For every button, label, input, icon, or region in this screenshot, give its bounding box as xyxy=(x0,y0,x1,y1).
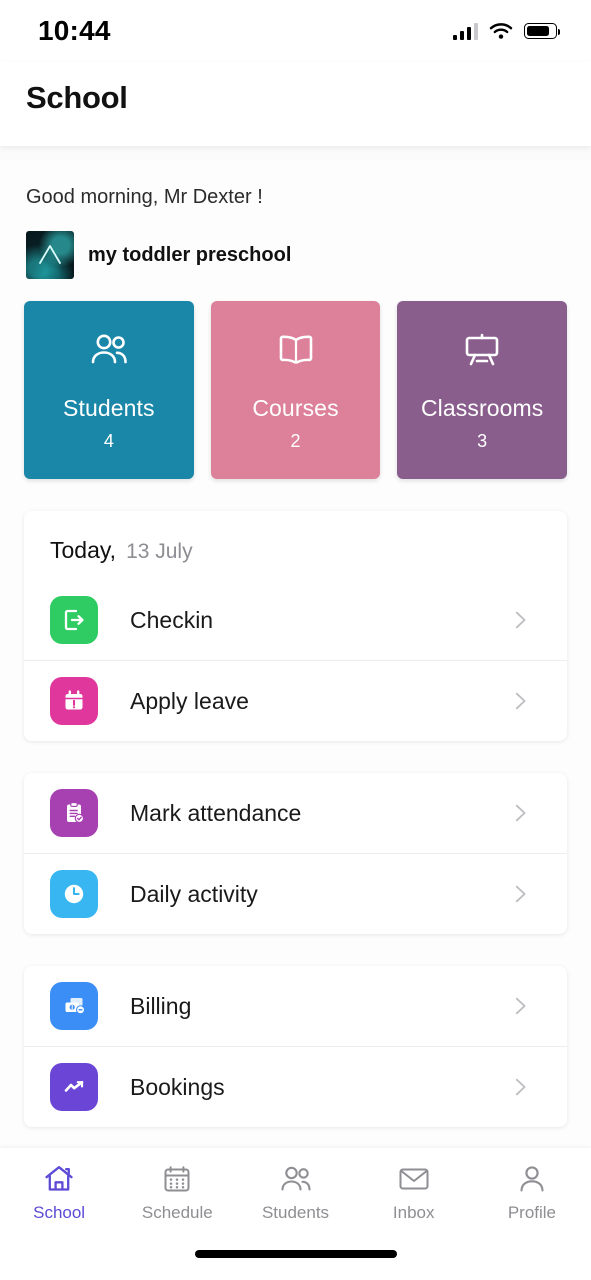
list-item-daily-activity[interactable]: Daily activity xyxy=(24,853,567,934)
attendance-card: Mark attendance Daily activity xyxy=(24,773,567,934)
tile-count: 2 xyxy=(290,431,301,451)
chevron-right-icon xyxy=(515,692,526,710)
tab-label: Inbox xyxy=(392,1203,435,1222)
list-item-apply-leave[interactable]: Apply leave xyxy=(24,660,567,741)
tile-label: Students xyxy=(63,395,155,421)
list-item-billing[interactable]: Billing xyxy=(24,966,567,1046)
clipboard-check-icon xyxy=(50,789,98,837)
clock-icon xyxy=(50,870,98,918)
today-label: Today, xyxy=(50,537,117,563)
school-row[interactable]: my toddler preschool xyxy=(0,209,591,279)
tile-count: 3 xyxy=(477,431,488,451)
calendar-alert-icon xyxy=(50,677,98,725)
chevron-right-icon xyxy=(515,885,526,903)
tile-count: 4 xyxy=(103,431,114,451)
status-icons xyxy=(452,22,560,40)
status-time: 10:44 xyxy=(38,15,111,46)
chevron-right-icon xyxy=(515,1078,526,1096)
list-item-label: Daily activity xyxy=(130,880,258,907)
chevron-right-icon xyxy=(515,997,526,1015)
list-item-label: Apply leave xyxy=(130,687,249,714)
calendar-icon xyxy=(162,1162,192,1196)
tab-label: Profile xyxy=(507,1203,556,1222)
list-item-bookings[interactable]: Bookings xyxy=(24,1046,567,1127)
list-item-label: Checkin xyxy=(130,606,214,633)
chevron-right-icon xyxy=(515,804,526,822)
tab-inbox[interactable]: Inbox xyxy=(355,1162,473,1223)
chevron-right-icon xyxy=(515,611,526,629)
checkin-icon xyxy=(50,596,98,644)
greeting-text: Good morning, Mr Dexter ! xyxy=(26,186,263,208)
school-name: my toddler preschool xyxy=(88,243,292,266)
today-card-title: Today, 13 July xyxy=(24,511,567,580)
page-title: School xyxy=(26,80,128,115)
bottom-tab-bar: School Schedule Students Inbox Profile xyxy=(0,1148,591,1280)
tab-label: School xyxy=(33,1203,86,1222)
list-item-mark-attendance[interactable]: Mark attendance xyxy=(24,773,567,853)
today-date: 13 July xyxy=(126,540,193,563)
people-icon xyxy=(87,327,131,373)
list-item-label: Bookings xyxy=(130,1073,225,1100)
wifi-icon xyxy=(489,23,513,39)
tab-profile[interactable]: Profile xyxy=(473,1162,591,1223)
envelope-icon xyxy=(398,1162,430,1196)
tile-label: Classrooms xyxy=(420,395,544,421)
people-icon xyxy=(278,1162,314,1196)
list-item-label: Billing xyxy=(130,992,192,1019)
tab-schedule[interactable]: Schedule xyxy=(118,1162,236,1223)
tile-students[interactable]: Students 4 xyxy=(24,301,194,479)
easel-board-icon xyxy=(461,327,503,373)
stat-tiles: Students 4 Courses 2 Classrooms 3 xyxy=(0,279,591,479)
tab-students[interactable]: Students xyxy=(236,1162,354,1223)
status-bar: 10:44 xyxy=(0,0,591,62)
list-item-label: Mark attendance xyxy=(130,799,302,826)
list-item-checkin[interactable]: Checkin xyxy=(24,580,567,660)
tile-classrooms[interactable]: Classrooms 3 xyxy=(397,301,568,479)
billing-card: Billing Bookings xyxy=(24,966,567,1127)
home-indicator xyxy=(194,1250,397,1258)
page-header: School xyxy=(0,62,591,146)
person-icon xyxy=(517,1162,547,1196)
app-screen: 10:44 School Good morning, Mr Dexter ! m… xyxy=(0,0,591,1280)
battery-icon xyxy=(524,23,560,39)
tile-courses[interactable]: Courses 2 xyxy=(210,301,381,479)
logo-chevron-icon xyxy=(39,245,61,264)
tab-school[interactable]: School xyxy=(0,1162,118,1223)
tab-label: Students xyxy=(261,1203,330,1222)
trend-chart-icon xyxy=(50,1063,98,1111)
home-icon xyxy=(43,1162,75,1196)
open-book-icon xyxy=(276,327,316,373)
money-bill-icon xyxy=(50,982,98,1030)
tile-label: Courses xyxy=(252,395,339,421)
school-logo xyxy=(26,231,74,279)
tab-label: Schedule xyxy=(141,1203,213,1222)
cellular-signal-icon xyxy=(452,22,478,40)
scroll-content[interactable]: Good morning, Mr Dexter ! my toddler pre… xyxy=(0,160,591,1280)
today-card: Today, 13 July Checkin Apply leave xyxy=(24,511,567,741)
